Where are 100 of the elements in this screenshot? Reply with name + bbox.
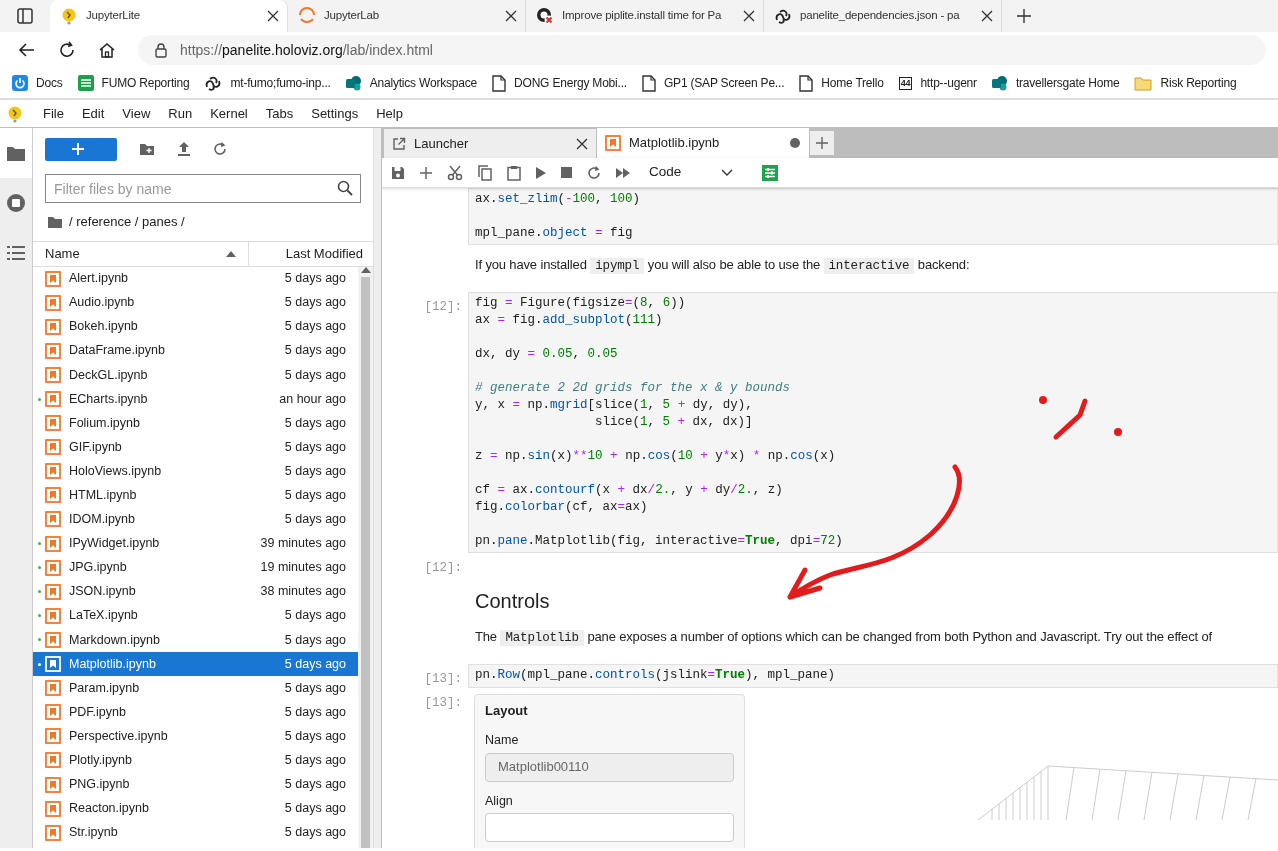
- browser-tab[interactable]: Improve piplite.install time for Pa: [526, 0, 764, 32]
- file-row[interactable]: Plotly.ipynb 5 days ago: [33, 748, 358, 773]
- file-row[interactable]: Alert.ipynb 5 days ago: [33, 266, 358, 291]
- run-icon[interactable]: [536, 166, 546, 179]
- bookmark-link[interactable]: Docs: [36, 74, 63, 92]
- file-row[interactable]: Audio.ipynb 5 days ago: [33, 290, 358, 315]
- scroll-up-icon[interactable]: [360, 266, 371, 273]
- sidebar-tab[interactable]: [0, 128, 32, 178]
- file-row[interactable]: PNG.ipynb 5 days ago: [33, 772, 358, 797]
- bookmark-link[interactable]: FUMO Reporting: [101, 74, 190, 92]
- save-icon[interactable]: [391, 165, 405, 180]
- url-text[interactable]: https://panelite.holoviz.org/lab/index.html: [180, 39, 433, 61]
- notebook-icon: [45, 752, 61, 769]
- cell-type-select[interactable]: Code: [649, 162, 749, 183]
- file-row[interactable]: PDF.ipynb 5 days ago: [33, 700, 358, 725]
- file-row[interactable]: HoloViews.ipynb 5 days ago: [33, 459, 358, 484]
- copy-icon[interactable]: [478, 164, 492, 181]
- column-header[interactable]: Last Modified: [249, 243, 373, 264]
- upload-icon[interactable]: [177, 141, 191, 157]
- file-row[interactable]: Bokeh.ipynb 5 days ago: [33, 314, 358, 339]
- code-line: dx, dy = 0.05, 0.05: [475, 345, 619, 363]
- menu-item[interactable]: View: [113, 103, 160, 124]
- file-row[interactable]: JSON.ipynb 38 minutes ago: [33, 579, 358, 604]
- file-row[interactable]: IDOM.ipynb 5 days ago: [33, 507, 358, 532]
- home-icon[interactable]: [98, 41, 116, 59]
- browser-tab[interactable]: panelite_dependencies.json - pa: [764, 0, 1002, 32]
- code-cell[interactable]: [468, 291, 1278, 553]
- property-inspector-icon[interactable]: [762, 164, 779, 181]
- close-icon[interactable]: [576, 137, 588, 150]
- code-cell[interactable]: ax.set_zlim(-100, 100) mpl_pane.object = fig: [468, 188, 1278, 245]
- bookmark-link[interactable]: mt-fumo;fumo-inp...: [230, 74, 331, 92]
- close-icon[interactable]: [267, 10, 279, 22]
- code-line: pn.pane.Matplotlib(fig, interactive=True, dpi=72): [475, 532, 844, 550]
- document-tab[interactable]: Launcher: [384, 129, 596, 158]
- file-row[interactable]: DeckGL.ipynb 5 days ago: [33, 362, 358, 387]
- notebook-icon: [45, 583, 61, 600]
- file-row[interactable]: Reacton.ipynb 5 days ago: [33, 796, 358, 821]
- tabs-icon[interactable]: [16, 7, 34, 25]
- scrollbar-thumb[interactable]: [361, 276, 370, 848]
- close-icon[interactable]: [743, 10, 755, 22]
- new-launcher-button[interactable]: [45, 137, 117, 161]
- close-icon[interactable]: [505, 10, 517, 22]
- code-cell[interactable]: pn.Row(mpl_pane.controls(jslink=True), mpl_pane): [468, 663, 1278, 689]
- favicon-badge: 44: [898, 76, 913, 90]
- document-tab[interactable]: Matplotlib.ipynb: [597, 128, 809, 158]
- plus-icon[interactable]: [420, 166, 432, 179]
- filter-field[interactable]: Filter files by name: [45, 174, 361, 203]
- menu-item[interactable]: Help: [367, 103, 412, 124]
- new-folder-icon[interactable]: [139, 142, 155, 156]
- circles-icon: [345, 75, 362, 91]
- notebook-icon: [45, 415, 61, 432]
- back-icon[interactable]: [18, 41, 36, 59]
- file-row[interactable]: Perspective.ipynb 5 days ago: [33, 724, 358, 749]
- bookmark-link[interactable]: travellersgate Home: [1015, 74, 1120, 92]
- fast-forward-icon[interactable]: [616, 167, 630, 178]
- menu-item[interactable]: Edit: [72, 103, 114, 124]
- menu-item[interactable]: Settings: [302, 103, 368, 124]
- browser-tab[interactable]: JupyterLite: [50, 0, 288, 32]
- refresh-icon[interactable]: [213, 142, 227, 156]
- menu-item[interactable]: Kernel: [201, 103, 257, 124]
- bookmark-link[interactable]: DONG Energy Mobi...: [514, 74, 627, 92]
- file-row[interactable]: Folium.ipynb 5 days ago: [33, 411, 358, 436]
- bookmark-link[interactable]: http--ugenr: [920, 74, 977, 92]
- scrollbar[interactable]: [358, 266, 373, 848]
- folder-icon[interactable]: [47, 214, 63, 229]
- file-row[interactable]: JPG.ipynb 19 minutes ago: [33, 555, 358, 580]
- menu-item[interactable]: File: [34, 103, 73, 124]
- file-row[interactable]: ECharts.ipynb an hour ago: [33, 386, 358, 412]
- code-line: z = np.sin(x)**10 + np.cos(10 + y*x) * np.cos(x): [475, 447, 837, 465]
- text-field[interactable]: [485, 813, 734, 843]
- selected-file-row[interactable]: Matplotlib.ipynb 5 days ago: [33, 652, 358, 677]
- notebook-icon: [45, 824, 61, 841]
- breadcrumb-path[interactable]: / reference / panes /: [69, 212, 185, 232]
- bookmark-link[interactable]: Risk Reporting: [1160, 74, 1237, 92]
- unsaved-dot-icon[interactable]: [789, 137, 801, 149]
- menu-item[interactable]: Run: [159, 103, 202, 124]
- notebook-icon: [45, 342, 61, 359]
- file-row[interactable]: DataFrame.ipynb 5 days ago: [33, 338, 358, 363]
- restart-icon[interactable]: [587, 165, 601, 180]
- bookmark-link[interactable]: Analytics Workspace: [369, 74, 478, 92]
- file-row[interactable]: LaTeX.ipynb 5 days ago: [33, 603, 358, 628]
- browser-tab[interactable]: JupyterLab: [288, 0, 526, 32]
- file-row[interactable]: IPyWidget.ipynb 39 minutes ago: [33, 531, 358, 556]
- splitter-handle[interactable]: [373, 128, 382, 848]
- file-row[interactable]: Str.ipynb 5 days ago: [33, 820, 358, 845]
- cut-icon[interactable]: [447, 164, 463, 181]
- bookmark-link[interactable]: GP1 (SAP Screen Pe...: [663, 74, 785, 92]
- column-header[interactable]: Name: [45, 243, 80, 264]
- reload-icon[interactable]: [58, 41, 76, 59]
- menu-item[interactable]: Tabs: [256, 103, 303, 124]
- close-icon[interactable]: [981, 10, 993, 22]
- running-dot: [37, 566, 41, 570]
- bookmark-link[interactable]: Home Trello: [821, 74, 884, 92]
- paste-icon[interactable]: [507, 164, 521, 181]
- file-row[interactable]: HTML.ipynb 5 days ago: [33, 483, 358, 508]
- add-tab-button[interactable]: [810, 131, 834, 155]
- new-tab-icon[interactable]: [1016, 8, 1032, 24]
- file-row[interactable]: Markdown.ipynb 5 days ago: [33, 627, 358, 652]
- file-row[interactable]: Param.ipynb 5 days ago: [33, 676, 358, 701]
- file-row[interactable]: GIF.ipynb 5 days ago: [33, 435, 358, 460]
